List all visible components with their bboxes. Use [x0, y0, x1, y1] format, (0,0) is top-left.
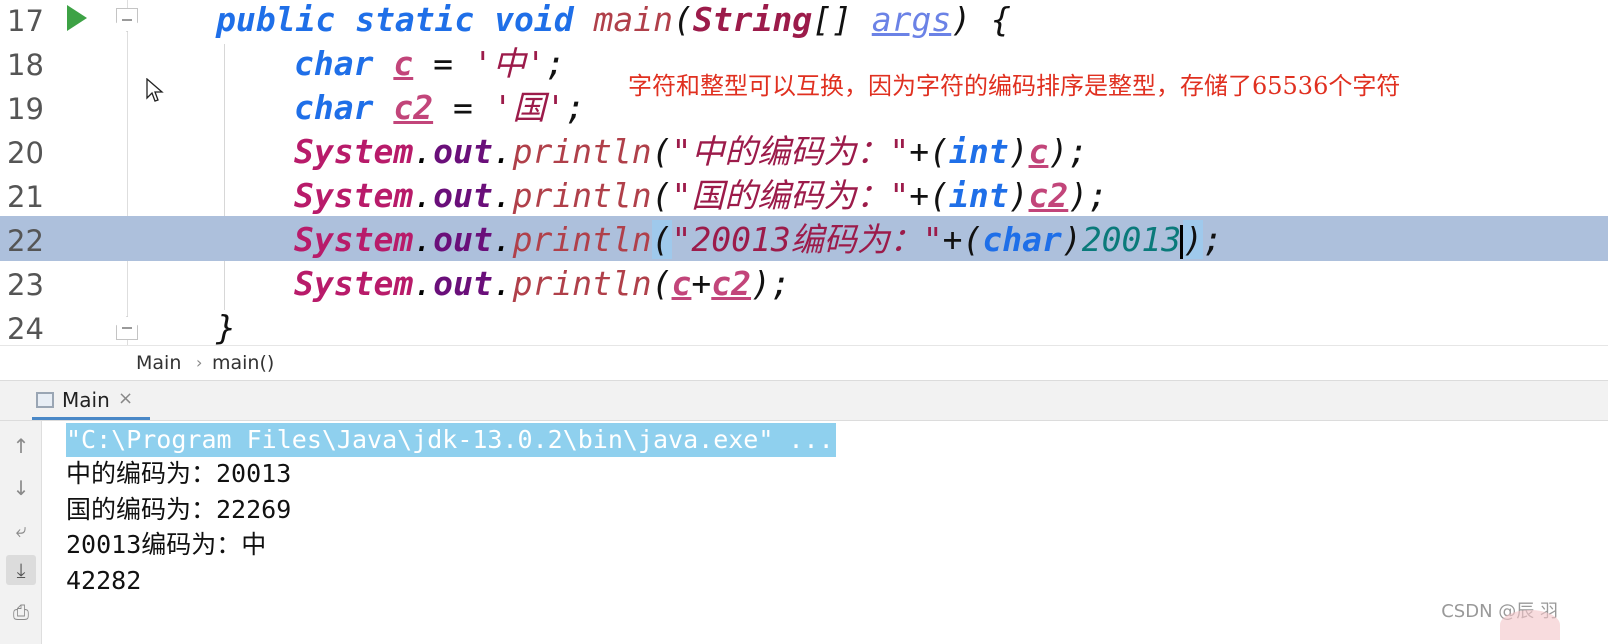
decorative-sticker [1500, 610, 1560, 640]
code-text: char c2 = '国'; [294, 88, 586, 127]
code-editor[interactable]: 17 public static void main(String[] args… [0, 0, 1608, 354]
code-line-20[interactable]: 20 System.out.println("中的编码为："+(int)c); [0, 132, 1608, 177]
line-number: 20 [7, 136, 44, 170]
line-number: 23 [7, 268, 44, 302]
code-line-22-current[interactable]: 22 System.out.println("20013编码为："+(char)… [0, 216, 1608, 261]
breadcrumb: Main › main() [0, 345, 1608, 381]
close-icon[interactable]: × [118, 388, 133, 409]
tab-run-main[interactable]: Main × [32, 381, 150, 420]
arrow-up-icon[interactable]: ↑ [6, 431, 36, 461]
red-annotation-note: 字符和整型可以互换，因为字符的编码排序是整型，存储了65536个字符 [628, 72, 1401, 100]
run-config-icon [36, 392, 54, 408]
breadcrumb-item-method[interactable]: main() [212, 352, 274, 374]
console-toolbar: ↑ ↓ ⤶ ⤓ ⎙ [0, 421, 42, 644]
line-number: 17 [7, 4, 44, 38]
tab-label: Main [62, 388, 110, 412]
fold-icon[interactable] [116, 316, 138, 340]
mouse-pointer-icon [146, 78, 164, 102]
code-text: } [216, 308, 236, 347]
run-gutter-icon[interactable] [67, 5, 87, 31]
console-output-line: 20013编码为：中 [66, 530, 267, 559]
code-line-17[interactable]: 17 public static void main(String[] args… [0, 0, 1608, 45]
line-number: 24 [7, 312, 44, 346]
code-text: System.out.println("国的编码为："+(int)c2); [294, 176, 1109, 215]
code-line-21[interactable]: 21 System.out.println("国的编码为："+(int)c2); [0, 176, 1608, 221]
code-text: System.out.println(c+c2); [294, 264, 791, 303]
line-number: 18 [7, 48, 44, 82]
breadcrumb-item-class[interactable]: Main [136, 352, 181, 374]
console-output-line: 中的编码为：20013 [66, 459, 292, 488]
code-text: System.out.println("20013编码为："+(char)200… [294, 220, 1223, 259]
scroll-to-end-icon[interactable]: ⤓ [6, 555, 36, 585]
print-icon[interactable]: ⎙ [6, 597, 36, 627]
soft-wrap-icon[interactable]: ⤶ [6, 515, 36, 545]
code-text: System.out.println("中的编码为："+(int)c); [294, 132, 1089, 171]
code-text: public static void main(String[] args) { [216, 0, 1011, 39]
breadcrumb-separator-icon: › [196, 353, 203, 372]
run-console[interactable]: ↑ ↓ ⤶ ⤓ ⎙ "C:\Program Files\Java\jdk-13.… [0, 421, 1608, 644]
console-output-line: 42282 [66, 566, 142, 595]
code-line-23[interactable]: 23 System.out.println(c+c2); [0, 264, 1608, 309]
code-text: char c = '中'; [294, 44, 566, 83]
line-number: 22 [7, 224, 44, 258]
line-number: 19 [7, 92, 44, 126]
line-number: 21 [7, 180, 44, 214]
console-command-line: "C:\Program Files\Java\jdk-13.0.2\bin\ja… [66, 423, 836, 457]
run-tool-window-header: Main × [0, 381, 1608, 421]
console-output-line: 国的编码为：22269 [66, 495, 292, 524]
arrow-down-icon[interactable]: ↓ [6, 473, 36, 503]
fold-icon[interactable] [116, 8, 138, 32]
